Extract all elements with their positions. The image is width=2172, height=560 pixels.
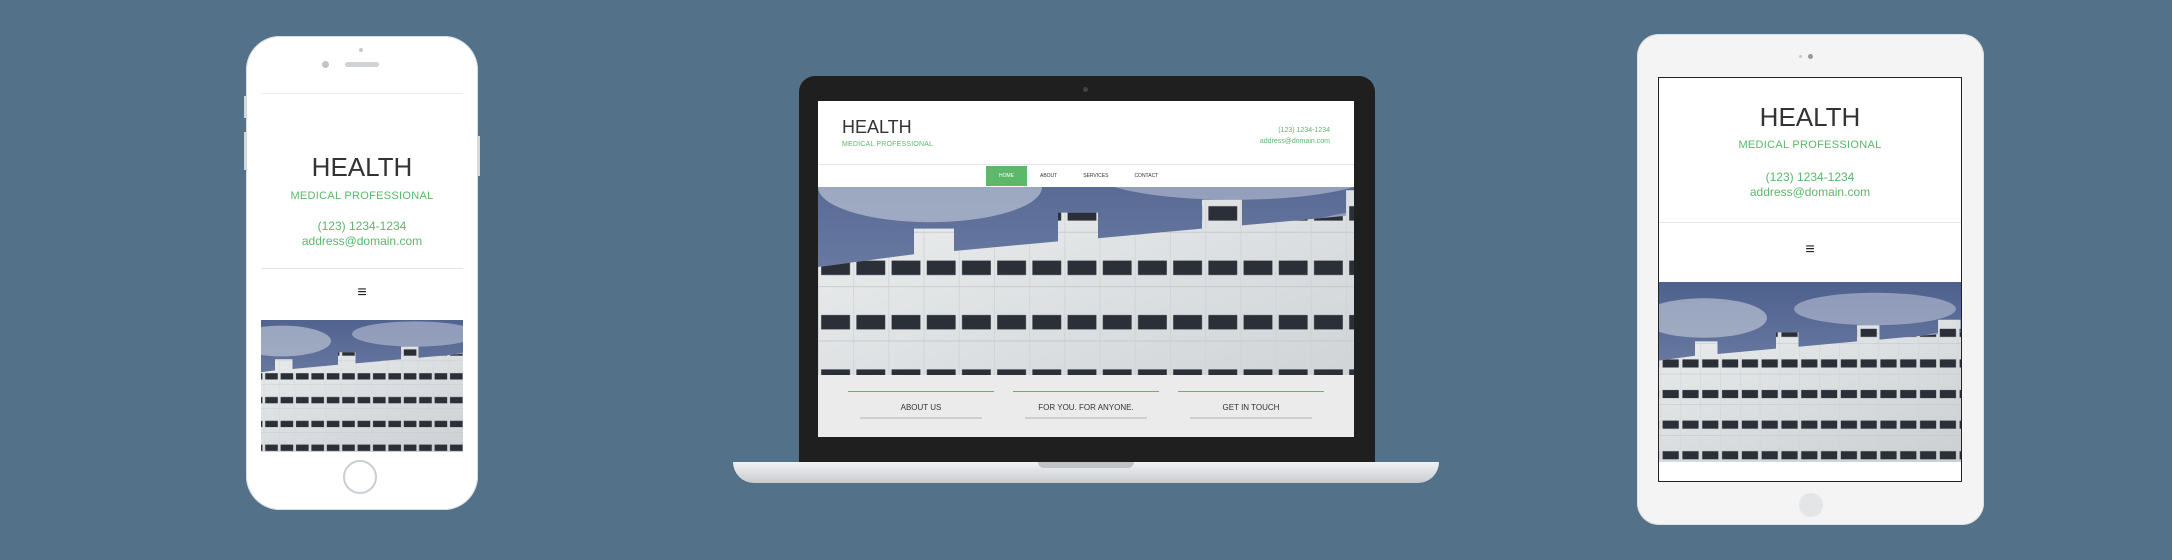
- phone-mockup: HEALTH MEDICAL PROFESSIONAL (123) 1234-1…: [244, 36, 480, 510]
- nav-item-services[interactable]: SERVICES: [1070, 166, 1121, 186]
- home-button-icon[interactable]: [1799, 493, 1823, 517]
- site-title: HEALTH: [842, 117, 912, 137]
- site-subtitle: MEDICAL PROFESSIONAL: [290, 190, 434, 202]
- phone-volume-button: [244, 132, 247, 170]
- section-heading: ABOUT US: [900, 403, 942, 412]
- site-subtitle: MEDICAL PROFESSIONAL: [1738, 139, 1882, 151]
- site-title: HEALTH: [1759, 102, 1861, 132]
- nav-item-contact[interactable]: CONTACT: [1121, 166, 1171, 186]
- home-button-icon[interactable]: [343, 460, 377, 494]
- header-divider: [261, 268, 463, 269]
- site-email-link[interactable]: address@domain.com: [1659, 185, 1961, 199]
- site-phone-link[interactable]: (123) 1234-1234: [1659, 170, 1961, 184]
- tablet-sensor-icon: [1799, 55, 1802, 58]
- section-rule: [1178, 391, 1324, 392]
- phone-speaker-icon: [345, 62, 379, 67]
- section-text: [860, 417, 982, 419]
- hero-image: [818, 187, 1354, 375]
- section-heading: FOR YOU. FOR ANYONE.: [1038, 403, 1134, 412]
- site-title: HEALTH: [311, 152, 413, 182]
- site-subtitle: MEDICAL PROFESSIONAL: [842, 141, 934, 148]
- tablet-camera-icon: [1808, 54, 1813, 59]
- section-rule: [1013, 391, 1159, 392]
- section-text: [1190, 417, 1312, 419]
- hero-image: [1659, 282, 1961, 462]
- phone-camera-icon: [322, 61, 329, 68]
- site-phone-link[interactable]: (123) 1234-1234: [261, 219, 463, 233]
- nav-item-home[interactable]: HOME: [986, 166, 1027, 186]
- phone-power-button: [477, 136, 480, 176]
- main-nav: HOME ABOUT SERVICES CONTACT: [986, 166, 1171, 186]
- laptop-screen: HEALTH MEDICAL PROFESSIONAL (123) 1234-1…: [818, 101, 1354, 437]
- site-phone-link[interactable]: (123) 1234-1234: [1278, 127, 1330, 134]
- sections-strip: ABOUT US FOR YOU. FOR ANYONE. GET IN TOU…: [818, 375, 1354, 437]
- site-email-link[interactable]: address@domain.com: [261, 234, 463, 248]
- laptop-notch: [1038, 462, 1134, 468]
- phone-side-button: [244, 96, 247, 118]
- hamburger-menu-icon[interactable]: ≡: [261, 284, 463, 302]
- section-text: [1025, 417, 1147, 419]
- site-email-link[interactable]: address@domain.com: [1260, 138, 1330, 145]
- section-rule: [848, 391, 994, 392]
- laptop-camera-icon: [1083, 87, 1088, 92]
- hero-image: [261, 320, 463, 452]
- phone-sensor-icon: [359, 48, 363, 52]
- section-heading: GET IN TOUCH: [1222, 403, 1280, 412]
- header-divider: [1659, 222, 1961, 223]
- tablet-screen: HEALTH MEDICAL PROFESSIONAL (123) 1234-1…: [1659, 78, 1961, 481]
- nav-item-about[interactable]: ABOUT: [1027, 166, 1070, 186]
- phone-screen: HEALTH MEDICAL PROFESSIONAL (123) 1234-1…: [261, 93, 463, 452]
- hamburger-menu-icon[interactable]: ≡: [1659, 241, 1961, 259]
- nav-divider: [818, 164, 1354, 165]
